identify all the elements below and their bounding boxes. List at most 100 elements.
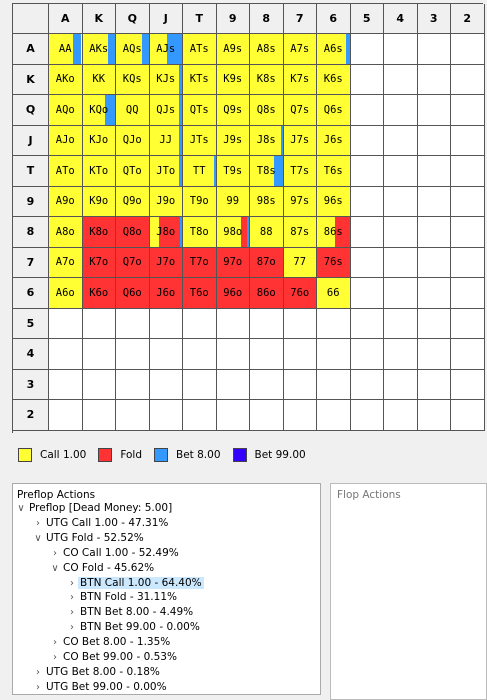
hand-cell[interactable]: [384, 64, 418, 95]
hand-cell[interactable]: ATo: [49, 156, 83, 187]
hand-cell[interactable]: [350, 339, 384, 370]
hand-cell[interactable]: [451, 247, 485, 278]
hand-cell[interactable]: [116, 369, 150, 400]
hand-cell[interactable]: [82, 400, 116, 431]
hand-cell[interactable]: [451, 278, 485, 309]
chevron-right-icon[interactable]: ›: [49, 650, 61, 665]
hand-cell[interactable]: [183, 308, 217, 339]
hand-cell[interactable]: AJo: [49, 125, 83, 156]
hand-cell[interactable]: [417, 369, 451, 400]
hand-cell[interactable]: [451, 34, 485, 65]
hand-cell[interactable]: [350, 34, 384, 65]
hand-cell[interactable]: [451, 369, 485, 400]
hand-cell[interactable]: [384, 247, 418, 278]
hand-cell[interactable]: [451, 156, 485, 187]
hand-cell[interactable]: J9o: [149, 186, 183, 217]
hand-cell[interactable]: [82, 339, 116, 370]
hand-cell[interactable]: AKs: [82, 34, 116, 65]
hand-cell[interactable]: A9s: [216, 34, 250, 65]
tree-node[interactable]: ∨ Preflop [Dead Money: 5.00]: [15, 501, 174, 516]
hand-cell[interactable]: Q9s: [216, 95, 250, 126]
preflop-actions-panel[interactable]: Preflop Actions ∨ Preflop [Dead Money: 5.…: [12, 483, 321, 695]
tree-node[interactable]: › UTG Bet 99.00 - 0.00%: [32, 680, 169, 695]
hand-cell[interactable]: Q9o: [116, 186, 150, 217]
hand-cell[interactable]: T9o: [183, 186, 217, 217]
hand-cell[interactable]: [384, 278, 418, 309]
hand-cell[interactable]: J6s: [317, 125, 351, 156]
tree-node[interactable]: › CO Bet 99.00 - 0.53%: [49, 650, 179, 665]
hand-cell[interactable]: [250, 339, 284, 370]
hand-cell[interactable]: [350, 125, 384, 156]
hand-cell[interactable]: J6o: [149, 278, 183, 309]
hand-cell[interactable]: [417, 339, 451, 370]
hand-cell[interactable]: [384, 186, 418, 217]
hand-cell[interactable]: A8s: [250, 34, 284, 65]
hand-cell[interactable]: [350, 186, 384, 217]
hand-cell[interactable]: [49, 400, 83, 431]
hand-cell[interactable]: [451, 95, 485, 126]
hand-cell[interactable]: [49, 308, 83, 339]
hand-cell[interactable]: 87o: [250, 247, 284, 278]
tree-node[interactable]: › BTN Call 1.00 - 64.40%: [66, 576, 204, 591]
hand-cell[interactable]: 87s: [283, 217, 317, 248]
tree-node[interactable]: › BTN Bet 8.00 - 4.49%: [66, 605, 195, 620]
hand-cell[interactable]: [317, 308, 351, 339]
hand-cell[interactable]: T7o: [183, 247, 217, 278]
hand-cell[interactable]: [216, 339, 250, 370]
hand-cell[interactable]: 97o: [216, 247, 250, 278]
hand-cell[interactable]: 97s: [283, 186, 317, 217]
hand-cell[interactable]: [451, 400, 485, 431]
hand-cell[interactable]: Q8s: [250, 95, 284, 126]
hand-cell[interactable]: [82, 308, 116, 339]
chevron-right-icon[interactable]: ›: [49, 635, 61, 650]
hand-cell[interactable]: [350, 247, 384, 278]
hand-cell[interactable]: 76s: [317, 247, 351, 278]
hand-cell[interactable]: [417, 400, 451, 431]
hand-cell[interactable]: T6s: [317, 156, 351, 187]
hand-cell[interactable]: TT: [183, 156, 217, 187]
hand-cell[interactable]: KJo: [82, 125, 116, 156]
hand-cell[interactable]: [417, 156, 451, 187]
tree-node[interactable]: › CO Bet 8.00 - 1.35%: [49, 635, 172, 650]
hand-cell[interactable]: AA: [49, 34, 83, 65]
chevron-right-icon[interactable]: ›: [49, 546, 61, 561]
hand-cell[interactable]: Q7o: [116, 247, 150, 278]
hand-cell[interactable]: K7o: [82, 247, 116, 278]
hand-cell[interactable]: [283, 369, 317, 400]
hand-cell[interactable]: JTs: [183, 125, 217, 156]
hand-cell[interactable]: [149, 308, 183, 339]
hand-cell[interactable]: [149, 400, 183, 431]
hand-cell[interactable]: [317, 339, 351, 370]
hand-cell[interactable]: [250, 308, 284, 339]
tree-node[interactable]: › UTG Call 1.00 - 47.31%: [32, 516, 170, 531]
hand-cell[interactable]: KJs: [149, 64, 183, 95]
hand-cell[interactable]: AJs: [149, 34, 183, 65]
hand-cell[interactable]: [49, 369, 83, 400]
hand-cell[interactable]: [350, 278, 384, 309]
hand-cell[interactable]: [250, 369, 284, 400]
hand-cell[interactable]: 66: [317, 278, 351, 309]
hand-cell[interactable]: Q6s: [317, 95, 351, 126]
hand-cell[interactable]: JTo: [149, 156, 183, 187]
hand-cell[interactable]: ATs: [183, 34, 217, 65]
hand-cell[interactable]: [451, 308, 485, 339]
hand-cell[interactable]: 96o: [216, 278, 250, 309]
hand-cell[interactable]: [283, 308, 317, 339]
tree-node[interactable]: › BTN Fold - 31.11%: [66, 590, 179, 605]
hand-cell[interactable]: [384, 400, 418, 431]
hand-cell[interactable]: [49, 339, 83, 370]
hand-cell[interactable]: 98o: [216, 217, 250, 248]
tree-node[interactable]: › CO Call 1.00 - 52.49%: [49, 546, 181, 561]
tree-node[interactable]: ∨ UTG Fold - 52.52%: [32, 531, 146, 546]
hand-cell[interactable]: [384, 308, 418, 339]
hand-cell[interactable]: J8o: [149, 217, 183, 248]
hand-cell[interactable]: QTs: [183, 95, 217, 126]
hand-cell[interactable]: KTo: [82, 156, 116, 187]
hand-cell[interactable]: A7s: [283, 34, 317, 65]
hand-cell[interactable]: K9s: [216, 64, 250, 95]
hand-cell[interactable]: J7o: [149, 247, 183, 278]
hand-cell[interactable]: [250, 400, 284, 431]
hand-cell[interactable]: A8o: [49, 217, 83, 248]
hand-cell[interactable]: 86s: [317, 217, 351, 248]
chevron-right-icon[interactable]: ›: [32, 680, 44, 695]
